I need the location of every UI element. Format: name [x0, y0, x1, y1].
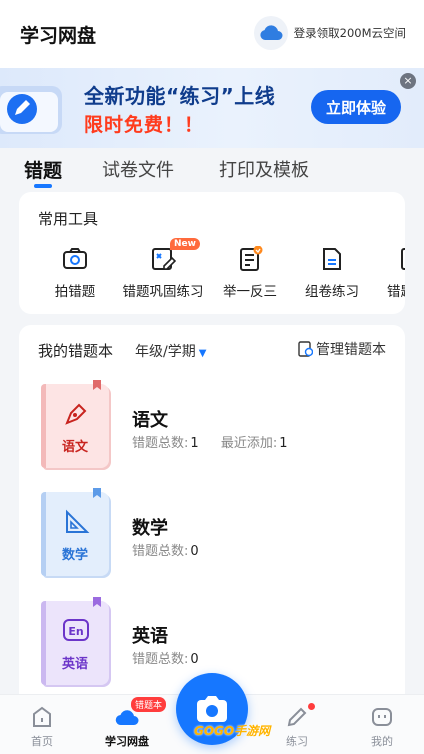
total-label: 错题总数: [132, 652, 189, 667]
profile-face-icon [372, 708, 392, 726]
tab-mistakes[interactable]: 错题 [24, 156, 62, 183]
tools-heading: 常用工具 [38, 210, 99, 228]
manage-notebooks-button[interactable]: 管理错题本 [298, 339, 386, 359]
list-icon [240, 246, 263, 271]
pencil-badge-icon [0, 86, 62, 134]
english-en-icon: En [63, 619, 89, 641]
notebooks-heading: 我的错题本 [38, 342, 114, 360]
book-subject-label: 数学 [61, 548, 88, 563]
banner-subtitle: 限时免费！！ [84, 114, 205, 136]
home-icon [33, 706, 51, 727]
recent-value: 1 [279, 436, 288, 451]
manage-label: 管理错题本 [316, 342, 386, 358]
notification-dot [308, 703, 315, 710]
login-prompt[interactable]: 登录领取200M云空间 [253, 16, 406, 50]
manage-notebook-icon [298, 341, 313, 357]
nav-mine[interactable]: 我的 [352, 705, 412, 749]
book-spine [41, 492, 46, 576]
book-subject-label: 语文 [61, 440, 88, 455]
nav-label: 学习网盘 [105, 735, 149, 748]
tab-test-files[interactable]: 试卷文件 [102, 156, 174, 182]
notebook-title[interactable]: 数学 [132, 514, 168, 540]
more-icon [401, 248, 405, 270]
login-text: 登录领取200M云空间 [293, 26, 406, 40]
mistake-notebooks-card: 我的错题本 年级/学期 ▼ 管理错题本 语文 语文 错题总数: 1 最近添加: 1 数… [19, 325, 405, 705]
grade-select-label: 年级/学期 [135, 344, 196, 360]
active-tab-indicator [34, 184, 52, 188]
notebook-meta: 错题总数: 1 最近添加: 1 [132, 432, 287, 451]
new-badge: New [170, 238, 200, 250]
ruler-triangle-icon [66, 509, 90, 533]
notebook-math[interactable]: 数学 [41, 488, 109, 576]
nav-home[interactable]: 首页 [12, 705, 72, 749]
watermark-logo: GOGO手游网 [194, 724, 271, 738]
camera-icon [197, 696, 227, 722]
banner-title: 全新功能“练习”上线 [84, 84, 276, 108]
try-now-button[interactable]: 立即体验 [311, 90, 401, 124]
nav-label: 首页 [31, 735, 53, 748]
recent-label: 最近添加: [220, 436, 278, 451]
bookmark-icon [93, 488, 101, 498]
total-value: 0 [190, 652, 199, 667]
notebook-title[interactable]: 语文 [132, 406, 168, 432]
tool-label: 错题 [387, 284, 405, 300]
close-icon[interactable]: × [400, 73, 416, 89]
caret-down-icon: ▼ [198, 348, 207, 359]
book-spine [41, 384, 46, 468]
camera-icon [63, 248, 87, 269]
pen-nib-icon [65, 403, 87, 425]
notebook-meta: 错题总数: 0 [132, 648, 199, 667]
notebook-english[interactable]: En 英语 [41, 597, 109, 685]
notebook-title[interactable]: 英语 [132, 622, 168, 648]
nav-practice[interactable]: 练习 [267, 705, 327, 749]
book-spine [41, 601, 46, 685]
nav-label: 练习 [286, 735, 308, 748]
notebook-chinese[interactable]: 语文 [41, 380, 109, 468]
svg-text:En: En [68, 625, 83, 638]
bookmark-icon [93, 380, 101, 390]
bookmark-icon [93, 597, 101, 607]
total-value: 0 [190, 544, 199, 559]
book-subject-label: 英语 [61, 657, 88, 672]
total-label: 错题总数: [132, 436, 189, 451]
app-title: 学习网盘 [20, 25, 97, 47]
top-header: 学习网盘 登录领取200M云空间 [0, 0, 424, 68]
document-icon [323, 248, 341, 270]
nav-label: 我的 [371, 735, 393, 748]
total-label: 错题总数: [132, 544, 189, 559]
tab-print-templates[interactable]: 打印及模板 [219, 156, 309, 182]
cloud-icon [253, 16, 288, 50]
tool-more[interactable]: 错题 [365, 246, 405, 300]
total-value: 1 [190, 436, 199, 451]
promo-banner[interactable]: 全新功能“练习”上线 限时免费！！ 立即体验 × [0, 68, 424, 148]
pencil-icon [287, 707, 307, 727]
grade-semester-select[interactable]: 年级/学期 ▼ [135, 341, 206, 361]
common-tools-card: 常用工具 拍错题 错题巩固练习 举一反三 组卷练习 错 New [19, 192, 405, 314]
notebook-meta: 错题总数: 0 [132, 540, 199, 559]
main-tabs: 错题 试卷文件 打印及模板 [0, 148, 424, 192]
mistake-book-badge: 错题本 [131, 697, 167, 712]
